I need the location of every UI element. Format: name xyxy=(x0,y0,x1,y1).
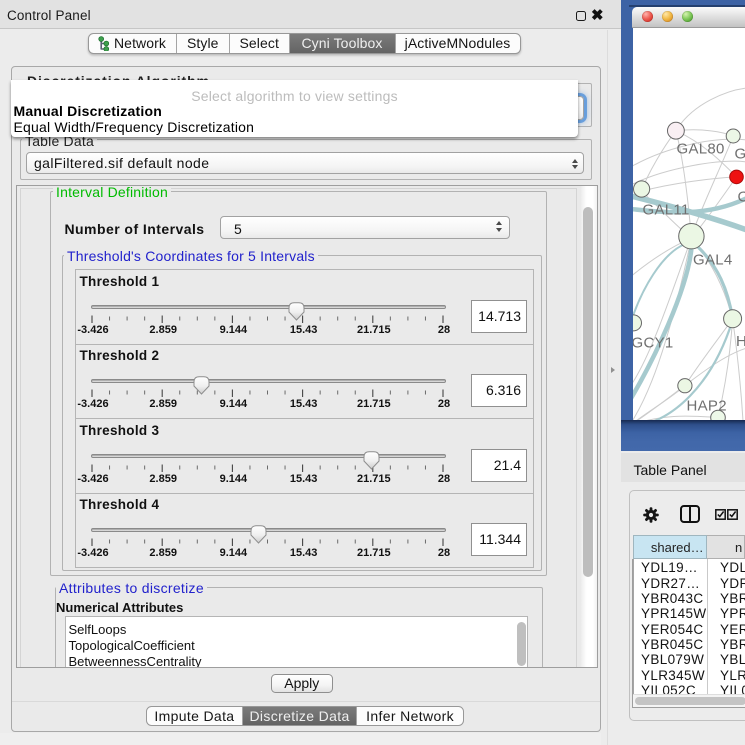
svg-text:GCY1: GCY1 xyxy=(633,334,674,351)
svg-text:CY: CY xyxy=(737,188,745,205)
svg-text:GAL4: GAL4 xyxy=(693,251,733,268)
svg-text:HAP2: HAP2 xyxy=(686,397,726,414)
svg-text:GAL11: GAL11 xyxy=(642,201,689,218)
svg-text:HA: HA xyxy=(736,333,745,350)
svg-text:GAL80: GAL80 xyxy=(676,140,724,157)
svg-text:GA: GA xyxy=(734,145,745,162)
